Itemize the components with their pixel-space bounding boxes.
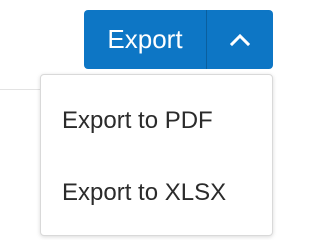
export-dropdown-menu: Export to PDF Export to XLSX [40,74,273,236]
export-split-button: Export [84,10,273,69]
chevron-up-icon [230,33,250,46]
export-menu-toggle[interactable] [207,10,273,69]
export-to-xlsx-item[interactable]: Export to XLSX [41,163,272,223]
content-divider [0,89,40,90]
export-to-pdf-item[interactable]: Export to PDF [41,91,272,151]
export-button[interactable]: Export [84,10,206,69]
